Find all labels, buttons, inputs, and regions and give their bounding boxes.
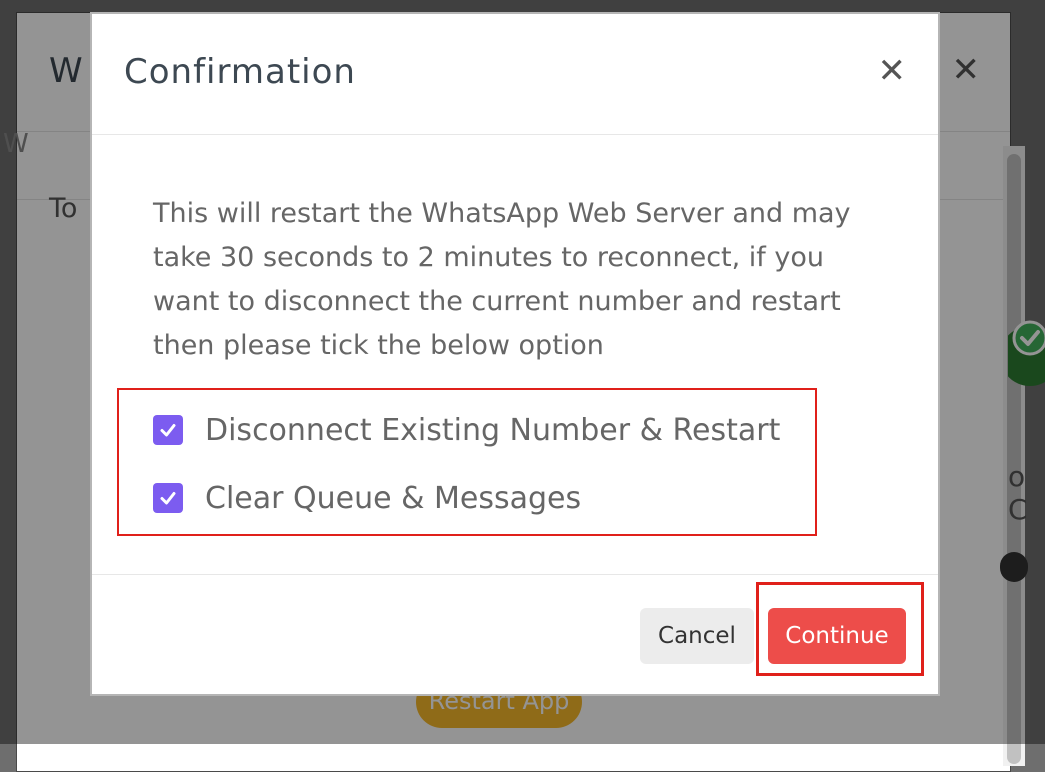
close-icon[interactable]: ✕ xyxy=(878,54,907,88)
dialog-header: Confirmation ✕ xyxy=(92,14,938,135)
continue-highlight-box xyxy=(756,582,924,676)
options-highlight-box: Disconnect Existing Number & Restart Cle… xyxy=(117,388,817,536)
option-clear-queue[interactable]: Clear Queue & Messages xyxy=(153,480,581,516)
dialog-title: Confirmation xyxy=(124,52,356,92)
cancel-button[interactable]: Cancel xyxy=(640,608,754,664)
check-icon xyxy=(160,492,176,505)
option-label-disconnect: Disconnect Existing Number & Restart xyxy=(205,412,781,448)
check-icon xyxy=(160,424,176,437)
checkbox-clear-queue[interactable] xyxy=(153,483,183,513)
checkbox-disconnect-number[interactable] xyxy=(153,415,183,445)
dialog-message: This will restart the WhatsApp Web Serve… xyxy=(153,198,851,361)
dialog-footer-divider xyxy=(92,574,938,575)
option-label-clear-queue: Clear Queue & Messages xyxy=(205,480,582,516)
option-disconnect-number[interactable]: Disconnect Existing Number & Restart xyxy=(153,412,780,448)
